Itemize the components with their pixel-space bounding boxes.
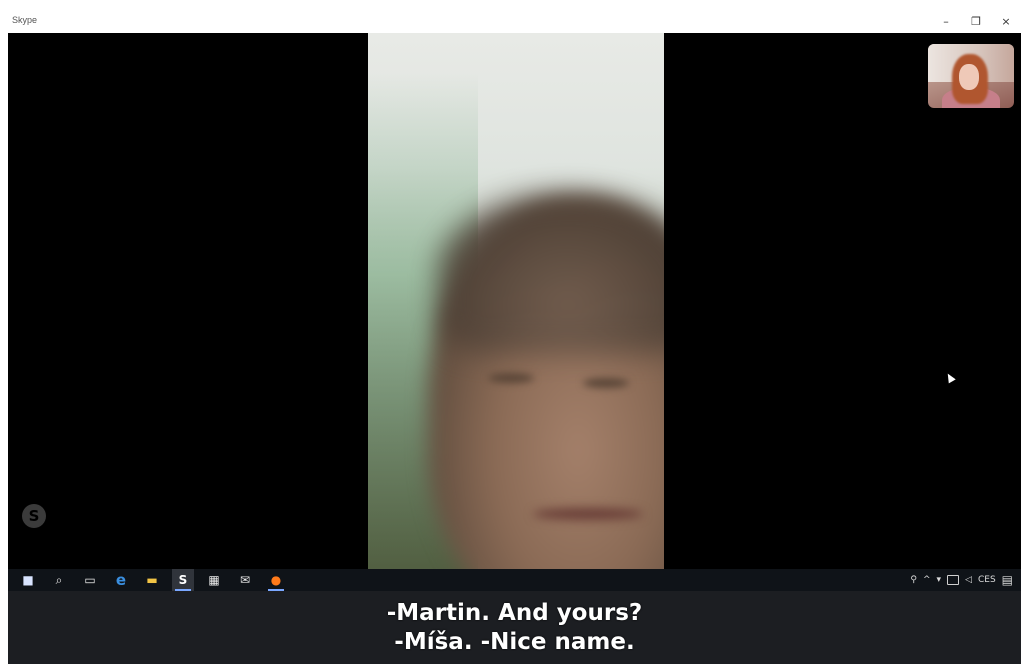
participant-mouth	[533, 508, 643, 520]
people-icon[interactable]: ⚲	[910, 575, 917, 585]
show-hidden-icons-chevron[interactable]: ^	[923, 575, 931, 585]
window-controls: – ❐ ×	[931, 10, 1021, 33]
remote-video-feed	[368, 33, 664, 569]
subtitle-line-1: -Martin. And yours?	[386, 599, 643, 626]
edge-browser-icon[interactable]: e	[110, 569, 132, 591]
title-bar[interactable]: Skype – ❐ ×	[8, 10, 1021, 34]
file-explorer-icon[interactable]: ▬	[141, 569, 163, 591]
language-indicator[interactable]: CES	[978, 575, 996, 585]
participant-eye	[488, 373, 534, 383]
minimize-button[interactable]: –	[931, 10, 961, 33]
close-button[interactable]: ×	[991, 10, 1021, 33]
self-view-face	[959, 64, 979, 90]
battery-icon[interactable]	[947, 575, 960, 585]
participant-eye	[583, 378, 629, 388]
maximize-button[interactable]: ❐	[961, 10, 991, 33]
notifications-icon[interactable]: ▤	[1002, 573, 1013, 587]
windows-start-icon[interactable]: ■	[17, 569, 39, 591]
app-title: Skype	[12, 15, 38, 25]
windows-taskbar: ■ ⌕ ▭ e ▬ S ▦ ✉ ● ⚲ ^ ▾ ◁ CES ▤	[8, 569, 1021, 591]
skype-logo-icon: S	[22, 504, 46, 528]
subtitle-bar: -Martin. And yours? -Míša. -Nice name.	[8, 591, 1021, 664]
mouse-cursor-icon	[944, 371, 956, 384]
network-icon[interactable]: ▾	[937, 575, 942, 585]
call-video-area[interactable]: S	[8, 33, 1021, 569]
search-icon[interactable]: ⌕	[48, 569, 70, 591]
skype-window: Skype – ❐ × S ■ ⌕ ▭ e ▬ S ▦ ✉ ● ⚲ ^ ▾ ◁ …	[8, 10, 1021, 664]
task-view-icon[interactable]: ▭	[79, 569, 101, 591]
skype-app-icon[interactable]: S	[172, 569, 194, 591]
firefox-icon[interactable]: ●	[265, 569, 287, 591]
self-view-thumbnail[interactable]	[928, 44, 1014, 108]
subtitle-line-2: -Míša. -Nice name.	[394, 628, 635, 655]
store-icon[interactable]: ▦	[203, 569, 225, 591]
system-tray: ⚲ ^ ▾ ◁ CES ▤	[910, 569, 1013, 591]
volume-icon[interactable]: ◁	[965, 575, 972, 585]
mail-icon[interactable]: ✉	[234, 569, 256, 591]
